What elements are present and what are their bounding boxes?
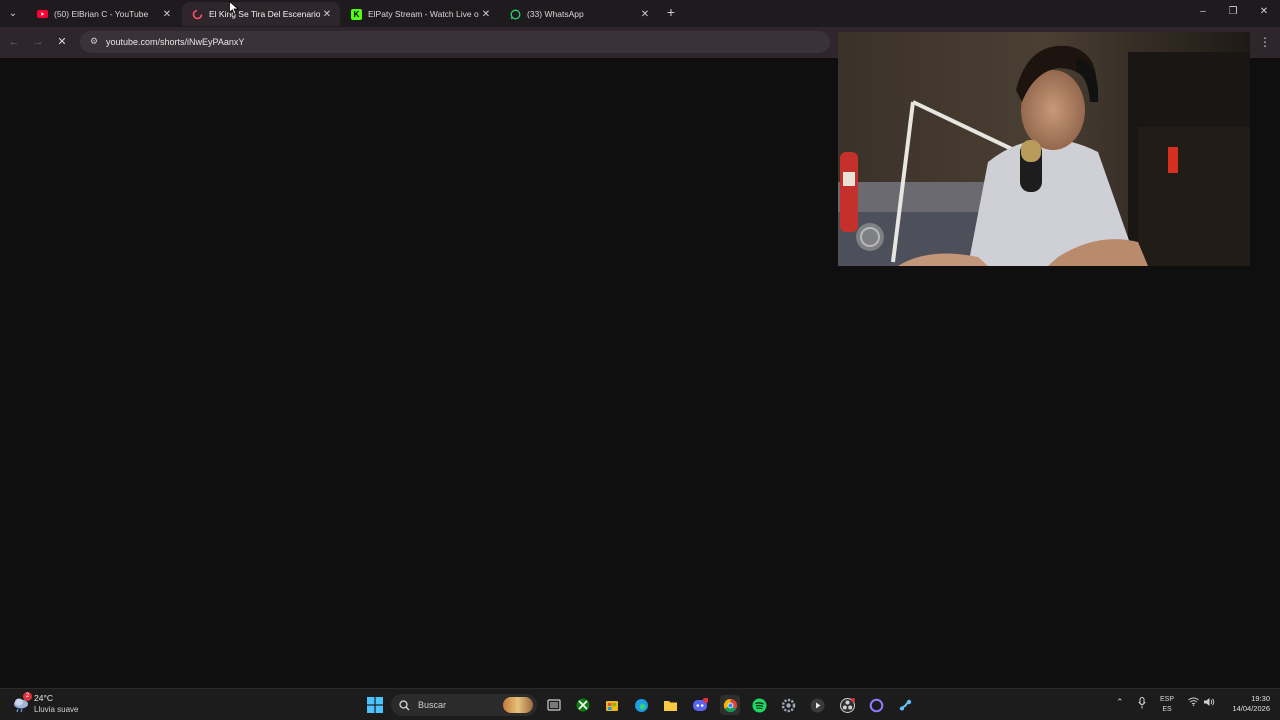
- language-indicator[interactable]: ESP ES: [1160, 695, 1174, 715]
- file-explorer-icon[interactable]: [660, 695, 680, 715]
- webcam-image: [838, 32, 1250, 266]
- kick-icon: K: [351, 8, 362, 20]
- tab-title: (33) WhatsApp: [527, 9, 584, 19]
- close-tab-icon[interactable]: ✕: [160, 9, 174, 20]
- tab-kick[interactable]: K ElPaty Stream - Watch Live on K ✕: [341, 2, 499, 26]
- url-text: youtube.com/shorts/iNwEyPAanxY: [106, 37, 245, 47]
- tab-whatsapp[interactable]: (33) WhatsApp ✕: [500, 2, 658, 26]
- rain-cloud-icon: 2: [12, 692, 32, 713]
- tab-youtube-short[interactable]: El King Se Tira Del Escenario 😳 ✕: [182, 2, 340, 26]
- notification-badge: 2: [23, 692, 32, 701]
- cortana-icon[interactable]: [866, 695, 886, 715]
- volume-icon[interactable]: [1203, 697, 1215, 709]
- spotify-icon[interactable]: [749, 695, 769, 715]
- obs-icon[interactable]: [837, 695, 857, 715]
- forward-button[interactable]: →: [30, 34, 46, 50]
- weather-description: Lluvia suave: [34, 705, 79, 714]
- media-player-icon[interactable]: [807, 695, 827, 715]
- search-placeholder: Buscar: [418, 700, 447, 710]
- xbox-icon[interactable]: [573, 695, 593, 715]
- search-icon: [399, 699, 410, 710]
- mouse-cursor-icon: [229, 1, 239, 15]
- youtube-icon: [37, 9, 48, 20]
- stop-loading-button[interactable]: ✕: [54, 34, 70, 50]
- windows-start-icon[interactable]: [365, 695, 385, 715]
- tab-strip: ⌄ (50) ElBrian C - YouTube ✕ El King Se …: [0, 0, 1280, 27]
- site-info-icon[interactable]: ⚙: [88, 36, 100, 48]
- tab-title: (50) ElBrian C - YouTube: [54, 9, 149, 19]
- tab-title: El King Se Tira Del Escenario 😳: [209, 8, 320, 19]
- microsoft-store-icon[interactable]: [602, 695, 622, 715]
- tab-search-button[interactable]: ⌄: [4, 4, 22, 22]
- chrome-icon[interactable]: [720, 695, 740, 715]
- new-tab-button[interactable]: +: [663, 5, 679, 21]
- close-tab-icon[interactable]: ✕: [638, 9, 652, 20]
- task-view-icon[interactable]: [544, 695, 564, 715]
- youtube-shorts-loading-icon: [192, 9, 203, 20]
- close-tab-icon[interactable]: ✕: [320, 9, 334, 20]
- steam-icon[interactable]: [895, 695, 915, 715]
- close-tab-icon[interactable]: ✕: [479, 9, 493, 20]
- webcam-overlay: [838, 32, 1250, 266]
- minimize-icon[interactable]: –: [1196, 6, 1210, 17]
- microphone-icon[interactable]: [1138, 697, 1146, 711]
- tab-youtube[interactable]: (50) ElBrian C - YouTube ✕: [27, 2, 180, 26]
- show-hidden-icons-chevron-icon[interactable]: ⌃: [1116, 697, 1124, 708]
- clock-date: 14/04/2026: [1232, 704, 1270, 713]
- settings-icon[interactable]: [778, 695, 798, 715]
- wifi-icon[interactable]: [1188, 697, 1199, 708]
- clock-time: 19:30: [1251, 694, 1270, 703]
- tab-title: ElPaty Stream - Watch Live on K: [368, 9, 479, 19]
- restore-icon[interactable]: ❐: [1226, 6, 1240, 17]
- whatsapp-icon: [510, 9, 521, 20]
- edge-icon[interactable]: [631, 695, 651, 715]
- weather-temperature: 24°C: [34, 693, 53, 703]
- clock[interactable]: 19:30 14/04/2026: [1224, 694, 1270, 714]
- windows-taskbar: 2 24°C Lluvia suave Buscar ⌃ ESP ES 19:3…: [0, 688, 1280, 720]
- language-code: ESP: [1160, 696, 1175, 703]
- discord-icon[interactable]: [690, 695, 710, 715]
- keyboard-layout-code: ES: [1162, 706, 1172, 713]
- search-highlight-icon: [503, 697, 533, 713]
- address-bar[interactable]: ⚙ youtube.com/shorts/iNwEyPAanxY: [80, 31, 830, 53]
- weather-widget[interactable]: 2 24°C Lluvia suave: [12, 692, 79, 715]
- taskbar-search[interactable]: Buscar: [391, 694, 537, 716]
- browser-menu-button[interactable]: ⋮: [1259, 35, 1271, 49]
- close-window-icon[interactable]: ✕: [1257, 6, 1271, 17]
- back-button[interactable]: ←: [6, 34, 22, 50]
